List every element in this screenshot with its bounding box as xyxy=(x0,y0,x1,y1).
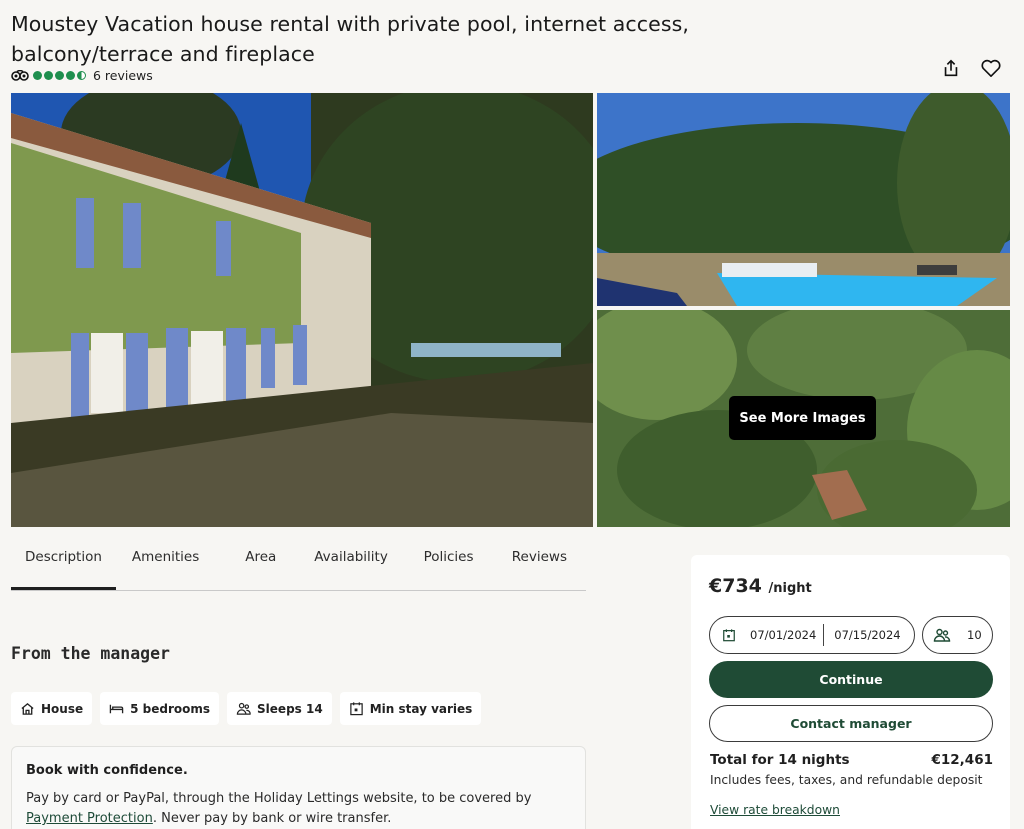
people-icon xyxy=(933,628,951,642)
photo-gallery: See More Images xyxy=(11,93,1010,527)
tab-policies[interactable]: Policies xyxy=(410,540,498,590)
confidence-text-before: Pay by card or PayPal, through the Holid… xyxy=(26,791,532,806)
view-rate-breakdown-link[interactable]: View rate breakdown xyxy=(710,803,840,817)
date-separator xyxy=(823,624,825,646)
share-icon[interactable] xyxy=(940,57,962,79)
rating-bubbles xyxy=(33,71,86,80)
heart-icon[interactable] xyxy=(980,57,1002,79)
tripadvisor-owl-icon xyxy=(11,69,29,81)
total-row: Total for 14 nights €12,461 xyxy=(710,752,993,768)
chip-bedrooms: 5 bedrooms xyxy=(100,692,220,725)
listing-title: Moustey Vacation house rental with priva… xyxy=(11,12,690,66)
rating-bubble xyxy=(33,71,42,80)
booking-card: €734 /night 07/01/2024 07/15/2024 10 Con… xyxy=(691,555,1010,829)
tab-reviews[interactable]: Reviews xyxy=(498,540,586,590)
chip-house: House xyxy=(11,692,93,725)
rating-bubble xyxy=(55,71,64,80)
confidence-text-after: . Never pay by bank or wire transfer. xyxy=(152,811,392,826)
tab-area[interactable]: Area xyxy=(231,540,286,590)
total-value: €12,461 xyxy=(931,752,994,768)
tab-availability[interactable]: Availability xyxy=(300,540,417,590)
rating-bubble-half xyxy=(77,71,86,80)
continue-button[interactable]: Continue xyxy=(709,661,993,698)
chip-sleeps: Sleeps 14 xyxy=(227,692,332,725)
section-title: From the manager xyxy=(11,644,170,663)
reviews-count[interactable]: 6 reviews xyxy=(93,68,153,83)
rating-bubble xyxy=(44,71,53,80)
calendar-icon xyxy=(349,702,363,716)
tab-description[interactable]: Description xyxy=(11,540,116,590)
see-more-images-button[interactable]: See More Images xyxy=(729,396,876,440)
guest-count: 10 xyxy=(967,628,982,642)
payment-protection-link[interactable]: Payment Protection xyxy=(26,811,153,826)
total-label: Total for 14 nights xyxy=(710,752,850,768)
header-actions xyxy=(940,57,1002,79)
chip-min-stay: Min stay varies xyxy=(339,692,482,725)
calendar-icon xyxy=(723,629,735,642)
chip-label: Sleeps 14 xyxy=(257,701,323,716)
check-out-date[interactable]: 07/15/2024 xyxy=(834,628,900,642)
confidence-heading: Book with confidence. xyxy=(26,763,188,778)
chip-label: House xyxy=(41,701,84,716)
price-value: €734 xyxy=(709,575,762,597)
price-unit: /night xyxy=(768,581,812,596)
property-facts: House 5 bedrooms Sleeps 14 Min stay vari… xyxy=(11,692,482,725)
house-icon xyxy=(21,702,34,715)
total-note: Includes fees, taxes, and refundable dep… xyxy=(710,773,983,787)
guest-selector[interactable]: 10 xyxy=(922,616,993,654)
bed-icon xyxy=(109,704,124,714)
main-photo-house[interactable] xyxy=(11,93,593,527)
rating-bubble xyxy=(66,71,75,80)
nightly-price: €734 /night xyxy=(709,575,992,597)
chip-label: Min stay varies xyxy=(369,701,473,716)
check-in-date[interactable]: 07/01/2024 xyxy=(750,628,816,642)
date-range-picker[interactable]: 07/01/2024 07/15/2024 xyxy=(709,616,915,654)
contact-manager-button[interactable]: Contact manager xyxy=(709,705,993,742)
book-with-confidence-panel: Book with confidence. Pay by card or Pay… xyxy=(11,746,586,829)
tab-amenities[interactable]: Amenities xyxy=(118,540,235,590)
photo-pool[interactable] xyxy=(597,93,1010,306)
tab-bar: Description Amenities Area Availability … xyxy=(11,540,586,591)
people-icon xyxy=(236,702,251,715)
confidence-text: Pay by card or PayPal, through the Holid… xyxy=(26,789,571,829)
rating-row[interactable]: 6 reviews xyxy=(11,68,153,83)
chip-label: 5 bedrooms xyxy=(130,701,211,716)
